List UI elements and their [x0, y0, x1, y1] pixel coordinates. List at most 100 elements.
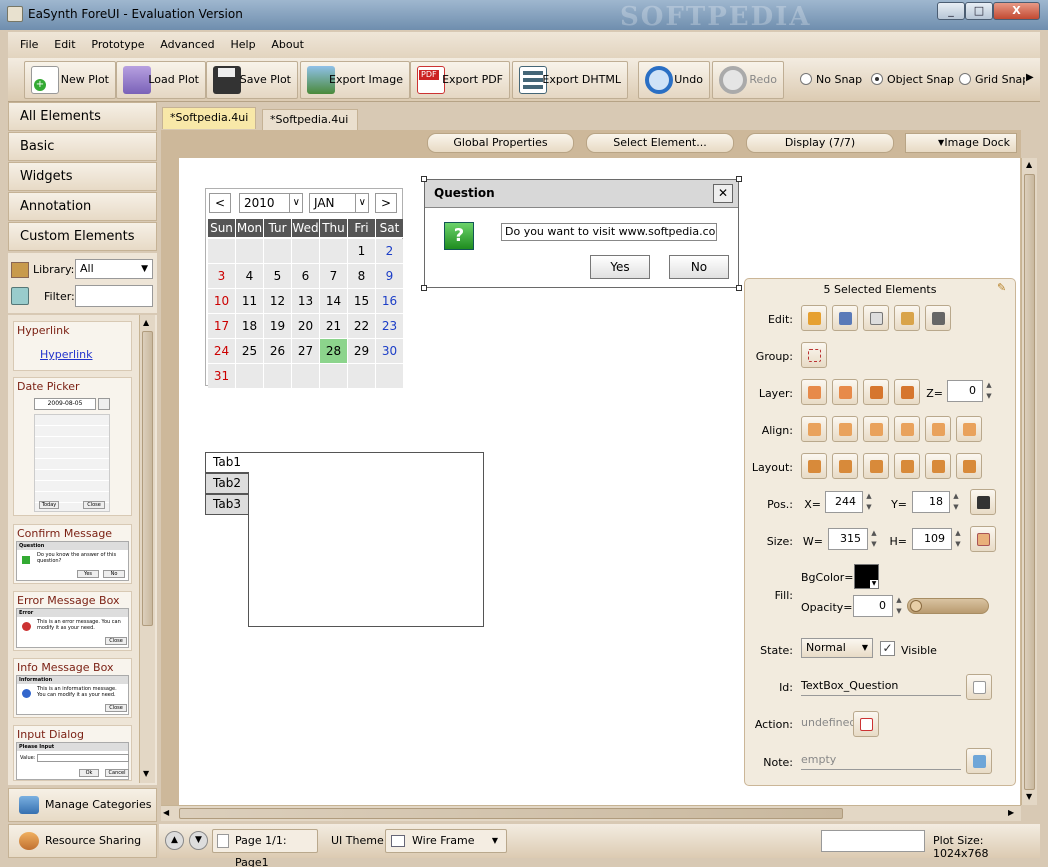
calendar-day-cell[interactable]: 20	[292, 314, 320, 339]
size-h-input[interactable]: 109	[912, 528, 952, 550]
pos-x-spinner[interactable]: ▲ ▼	[864, 491, 874, 513]
layout-1-button[interactable]	[801, 453, 827, 479]
calendar-next-button[interactable]: >	[375, 193, 397, 213]
pin-icon[interactable]: ✎	[997, 281, 1006, 294]
align-center-button[interactable]	[832, 416, 858, 442]
canvas-vscroll[interactable]: ▲ ▼	[1021, 158, 1037, 805]
question-dialog[interactable]: Question ✕ ? Do you want to visit www.so…	[424, 179, 739, 288]
close-button[interactable]: X	[993, 2, 1040, 20]
align-bottom-button[interactable]	[956, 416, 982, 442]
calendar-year-select[interactable]: 2010 ∨	[239, 193, 303, 213]
maximize-button[interactable]: □	[965, 2, 993, 20]
dialog-yes-button[interactable]: Yes	[590, 255, 650, 279]
calendar-day-cell[interactable]: 28	[320, 339, 348, 364]
size-w-spinner[interactable]: ▲ ▼	[869, 528, 879, 550]
canvas-hscroll[interactable]: ◀ ▶	[161, 805, 1021, 821]
calendar-day-cell[interactable]	[208, 239, 236, 264]
bring-forward-button[interactable]	[832, 379, 858, 405]
opacity-slider[interactable]	[907, 598, 989, 614]
calendar-day-cell[interactable]: 27	[292, 339, 320, 364]
group-button[interactable]	[801, 342, 827, 368]
component-hyperlink[interactable]: Hyperlink Hyperlink	[13, 321, 132, 371]
calendar-day-cell[interactable]: 31	[208, 364, 236, 389]
pos-y-input[interactable]: 18	[912, 491, 950, 513]
next-page-button[interactable]: ▼	[189, 831, 208, 850]
bring-front-button[interactable]	[801, 379, 827, 405]
calendar-day-cell[interactable]: 17	[208, 314, 236, 339]
calendar-widget[interactable]: < 2010 ∨ JAN ∨ > Sun Mon Tur Wed Thu Fri Sat 1 2…	[205, 188, 404, 389]
send-back-button[interactable]	[894, 379, 920, 405]
copy-button[interactable]	[863, 305, 889, 331]
undo-button[interactable]: Undo	[638, 61, 710, 99]
calendar-day-cell[interactable]: 30	[376, 339, 404, 364]
scroll-thumb[interactable]	[142, 331, 153, 626]
align-left-button[interactable]	[801, 416, 827, 442]
resource-sharing-button[interactable]: Resource Sharing	[8, 824, 157, 858]
calendar-day-cell[interactable]: 1	[348, 239, 376, 264]
component-date-picker[interactable]: Date Picker 2009-08-05 Today Close	[13, 377, 132, 516]
calendar-day-cell[interactable]: 14	[320, 289, 348, 314]
selection-handle[interactable]	[421, 176, 427, 182]
scroll-up-icon[interactable]: ▲	[143, 318, 149, 327]
global-properties-button[interactable]: Global Properties	[427, 133, 574, 153]
component-scrollbar[interactable]: ▲ ▼	[139, 315, 155, 783]
align-middle-button[interactable]	[925, 416, 951, 442]
calendar-day-cell[interactable]: 8	[348, 264, 376, 289]
align-right-button[interactable]	[863, 416, 889, 442]
layout-2-button[interactable]	[832, 453, 858, 479]
calendar-day-cell[interactable]: 11	[236, 289, 264, 314]
scroll-left-icon[interactable]: ◀	[163, 808, 169, 817]
load-plot-button[interactable]: Load Plot	[116, 61, 206, 99]
menu-prototype[interactable]: Prototype	[85, 32, 150, 58]
layout-6-button[interactable]	[956, 453, 982, 479]
scroll-down-icon[interactable]: ▼	[143, 769, 149, 778]
tab-softpedia-active[interactable]: *Softpedia.4ui	[162, 107, 257, 129]
page-selector[interactable]: Page 1/1: Page1	[212, 829, 318, 867]
bgcolor-swatch[interactable]: ▼	[854, 564, 879, 589]
dialog-no-button[interactable]: No	[669, 255, 729, 279]
calendar-day-cell[interactable]: 24	[208, 339, 236, 364]
redo-button[interactable]: Redo	[712, 61, 784, 99]
calendar-day-cell[interactable]: 29	[348, 339, 376, 364]
calendar-day-cell[interactable]	[320, 239, 348, 264]
hscroll-thumb[interactable]	[179, 808, 843, 819]
calendar-day-cell[interactable]	[236, 364, 264, 389]
category-basic[interactable]: Basic	[8, 132, 157, 161]
selection-handle[interactable]	[736, 285, 742, 291]
size-h-spinner[interactable]: ▲ ▼	[953, 528, 963, 550]
image-dock-button[interactable]: ▼ Image Dock	[905, 133, 1017, 153]
pos-x-input[interactable]: 244	[825, 491, 863, 513]
export-pdf-button[interactable]: PDF Export PDF	[410, 61, 510, 99]
calendar-day-cell[interactable]: 23	[376, 314, 404, 339]
question-textbox[interactable]: Do you want to visit www.softpedia.com?	[501, 223, 717, 241]
no-snap-radio[interactable]: No Snap	[800, 73, 862, 86]
layout-3-button[interactable]	[863, 453, 889, 479]
tabset-tab3[interactable]: Tab3	[205, 494, 249, 515]
lock-position-button[interactable]	[970, 489, 996, 515]
layout-5-button[interactable]	[925, 453, 951, 479]
select-element-button[interactable]: Select Element...	[586, 133, 734, 153]
calendar-day-cell[interactable]: 5	[264, 264, 292, 289]
close-icon[interactable]: ✕	[713, 184, 733, 203]
pos-y-spinner[interactable]: ▲ ▼	[951, 491, 961, 513]
filter-input[interactable]	[75, 285, 153, 307]
calendar-day-cell[interactable]: 19	[264, 314, 292, 339]
edit-id-button[interactable]	[966, 674, 992, 700]
scroll-down-icon[interactable]: ▼	[1026, 792, 1032, 801]
paste-button[interactable]	[894, 305, 920, 331]
calendar-day-cell[interactable]: 26	[264, 339, 292, 364]
calendar-day-cell[interactable]	[348, 364, 376, 389]
calendar-day-cell[interactable]: 22	[348, 314, 376, 339]
delete-button[interactable]	[925, 305, 951, 331]
send-backward-button[interactable]	[863, 379, 889, 405]
component-input-dialog[interactable]: Input Dialog Please Input Value: Ok Canc…	[13, 725, 132, 781]
tabset-tab1[interactable]: Tab1	[205, 452, 249, 473]
menu-help[interactable]: Help	[224, 32, 261, 58]
grid-snap-radio[interactable]: Grid Snap	[959, 73, 1025, 86]
manage-categories-button[interactable]: Manage Categories	[8, 788, 157, 822]
selection-handle[interactable]	[736, 176, 742, 182]
calendar-day-cell[interactable]: 15	[348, 289, 376, 314]
edit-note-button[interactable]	[966, 748, 992, 774]
display-button[interactable]: Display (7/7)	[746, 133, 894, 153]
scroll-right-icon[interactable]: ▶	[1008, 808, 1014, 817]
